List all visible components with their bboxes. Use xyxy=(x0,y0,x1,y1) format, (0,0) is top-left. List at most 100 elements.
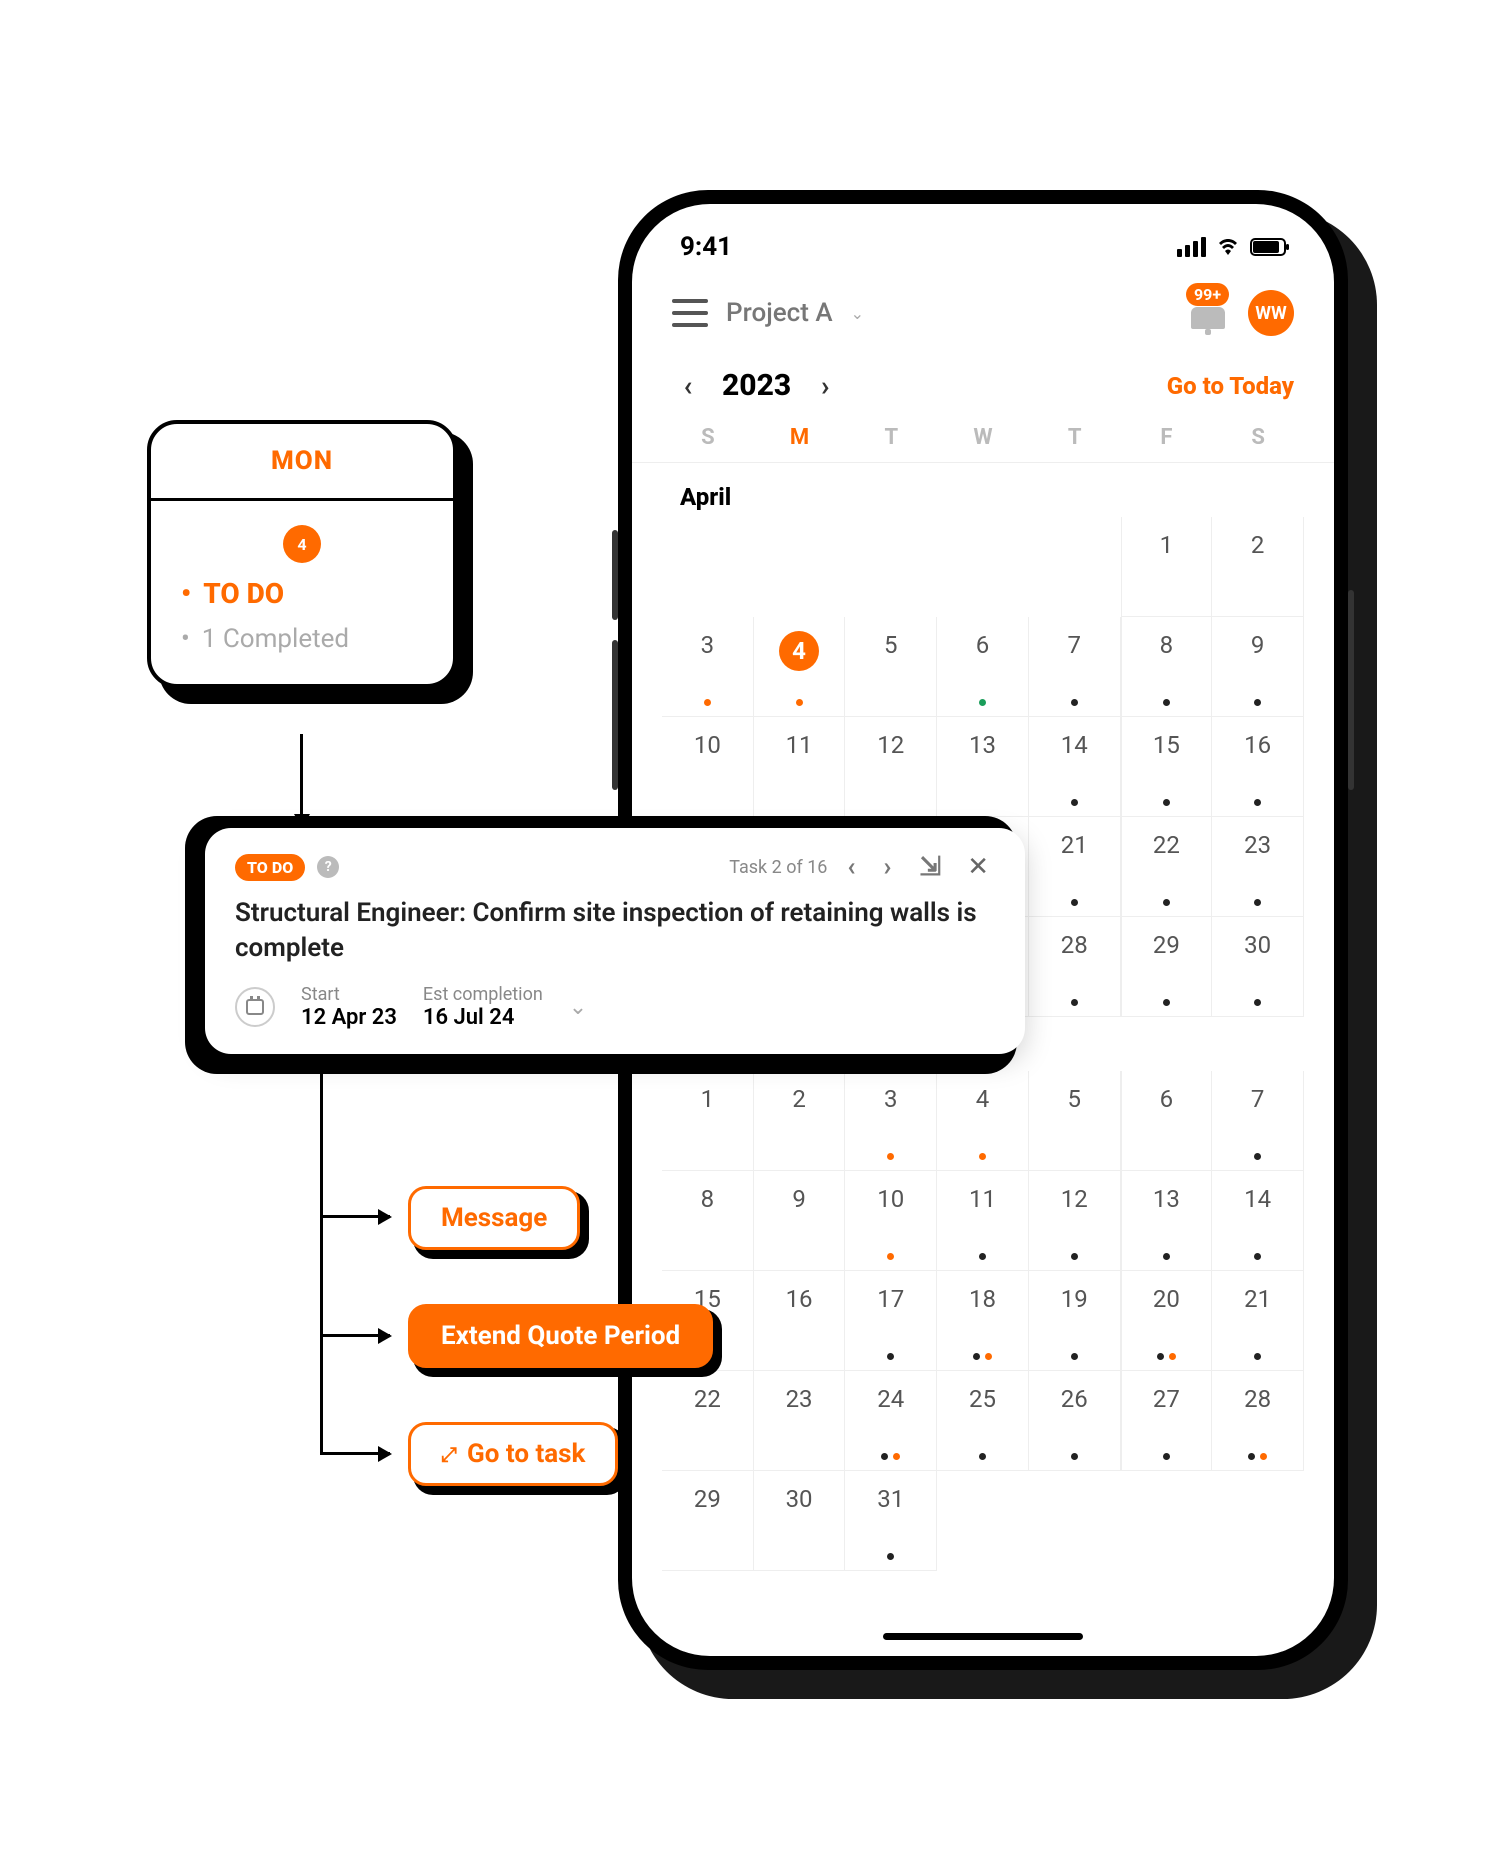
calendar-day[interactable]: 30 xyxy=(1212,917,1304,1017)
calendar-day[interactable]: 14 xyxy=(1212,1171,1304,1271)
calendar-day[interactable]: 5 xyxy=(1029,1071,1121,1171)
event-dot xyxy=(1071,699,1078,706)
calendar-day[interactable]: 13 xyxy=(937,717,1029,817)
calendar-day[interactable]: 7 xyxy=(1212,1071,1304,1171)
event-dot xyxy=(881,1453,888,1460)
task-prev-button[interactable]: ‹ xyxy=(839,852,863,882)
event-dot xyxy=(1071,899,1078,906)
calendar-day[interactable]: 31 xyxy=(845,1471,937,1571)
calendar-day[interactable]: 3 xyxy=(845,1071,937,1171)
event-dot xyxy=(704,699,711,706)
event-dot xyxy=(1163,699,1170,706)
calendar-day[interactable]: 18 xyxy=(937,1271,1029,1371)
calendar-day[interactable]: 20 xyxy=(1121,1271,1213,1371)
calendar-day[interactable]: 23 xyxy=(1212,817,1304,917)
avatar[interactable]: WW xyxy=(1248,290,1294,336)
task-title: Structural Engineer: Confirm site inspec… xyxy=(235,896,995,966)
calendar-day[interactable]: 19 xyxy=(1029,1271,1121,1371)
calendar-day[interactable]: 1 xyxy=(662,1071,754,1171)
calendar-day[interactable]: 27 xyxy=(1121,1371,1213,1471)
calendar-day[interactable]: 24 xyxy=(845,1371,937,1471)
calendar-day[interactable]: 9 xyxy=(1212,617,1304,717)
status-time: 9:41 xyxy=(680,232,732,262)
calendar-day[interactable]: 8 xyxy=(662,1171,754,1271)
calendar-day[interactable]: 4 xyxy=(937,1071,1029,1171)
event-dot xyxy=(979,1153,986,1160)
calendar-day[interactable]: 16 xyxy=(1212,717,1304,817)
year-label: 2023 xyxy=(722,368,791,403)
event-dot xyxy=(1071,999,1078,1006)
calendar-day[interactable]: 3 xyxy=(662,617,754,717)
notifications-button[interactable]: 99+ xyxy=(1186,291,1230,335)
calendar-day[interactable]: 15 xyxy=(1121,717,1213,817)
calendar-day[interactable]: 16 xyxy=(754,1271,846,1371)
expand-icon: ⤢ xyxy=(441,1442,457,1466)
calendar-day[interactable]: 17 xyxy=(845,1271,937,1371)
year-next-button[interactable]: › xyxy=(809,370,841,402)
calendar-day[interactable]: 25 xyxy=(937,1371,1029,1471)
event-dot xyxy=(796,699,803,706)
calendar-day[interactable]: 5 xyxy=(845,617,937,717)
calendar-day[interactable]: 13 xyxy=(1121,1171,1213,1271)
weekday-label: S xyxy=(662,425,754,450)
wifi-icon xyxy=(1216,235,1240,259)
connector-line xyxy=(320,1064,323,1454)
event-dot xyxy=(1260,1453,1267,1460)
event-dot xyxy=(1071,1253,1078,1260)
chevron-down-icon[interactable]: ⌄ xyxy=(569,995,587,1020)
calendar-day[interactable]: 8 xyxy=(1121,617,1213,717)
task-next-button[interactable]: › xyxy=(876,852,900,882)
collapse-icon[interactable]: ⇲ xyxy=(911,852,949,882)
calendar-day[interactable]: 10 xyxy=(845,1171,937,1271)
calendar-day[interactable]: 9 xyxy=(754,1171,846,1271)
event-dot xyxy=(979,1253,986,1260)
event-dot xyxy=(893,1453,900,1460)
calendar-day[interactable]: 12 xyxy=(845,717,937,817)
calendar-day[interactable]: 29 xyxy=(1121,917,1213,1017)
calendar-day[interactable]: 6 xyxy=(937,617,1029,717)
help-icon[interactable]: ? xyxy=(317,856,339,878)
calendar-day[interactable]: 21 xyxy=(1029,817,1121,917)
calendar-day[interactable]: 7 xyxy=(1029,617,1121,717)
extend-quote-button[interactable]: Extend Quote Period xyxy=(408,1304,713,1368)
calendar-day[interactable]: 22 xyxy=(662,1371,754,1471)
calendar-day[interactable]: 22 xyxy=(1121,817,1213,917)
calendar-day[interactable]: 28 xyxy=(1029,917,1121,1017)
calendar-day[interactable]: 23 xyxy=(754,1371,846,1471)
chevron-down-icon[interactable]: ⌄ xyxy=(851,304,864,323)
menu-icon[interactable] xyxy=(672,299,708,327)
calendar-day[interactable]: 30 xyxy=(754,1471,846,1571)
home-indicator[interactable] xyxy=(883,1633,1083,1640)
battery-icon xyxy=(1250,238,1286,256)
project-selector[interactable]: Project A xyxy=(726,298,833,328)
start-date-value: 12 Apr 23 xyxy=(301,1005,397,1030)
calendar-day[interactable]: 10 xyxy=(662,717,754,817)
calendar-day[interactable]: 28 xyxy=(1212,1371,1304,1471)
calendar-day[interactable]: 29 xyxy=(662,1471,754,1571)
message-button[interactable]: Message xyxy=(408,1186,580,1250)
calendar-day[interactable]: 11 xyxy=(754,717,846,817)
task-status-pill: TO DO xyxy=(235,854,305,881)
calendar-day[interactable]: 21 xyxy=(1212,1271,1304,1371)
year-prev-button[interactable]: ‹ xyxy=(672,370,704,402)
event-dot xyxy=(1254,899,1261,906)
calendar-day[interactable]: 12 xyxy=(1029,1171,1121,1271)
goto-task-button[interactable]: ⤢ Go to task xyxy=(408,1422,618,1486)
calendar-day[interactable]: 4 xyxy=(754,617,846,717)
calendar-day[interactable]: 6 xyxy=(1121,1071,1213,1171)
calendar-day[interactable]: 26 xyxy=(1029,1371,1121,1471)
calendar-day[interactable]: 11 xyxy=(937,1171,1029,1271)
event-dot xyxy=(979,699,986,706)
calendar-day[interactable]: 1 xyxy=(1121,517,1213,617)
connector-line xyxy=(300,734,303,826)
goto-today-button[interactable]: Go to Today xyxy=(1167,372,1294,400)
goto-task-button-label: Go to task xyxy=(467,1439,585,1469)
event-dot xyxy=(887,1553,894,1560)
close-icon[interactable]: ✕ xyxy=(961,852,995,882)
event-dot xyxy=(1163,899,1170,906)
calendar-day[interactable]: 2 xyxy=(1212,517,1304,617)
message-button-label: Message xyxy=(441,1203,547,1233)
calendar-day[interactable]: 2 xyxy=(754,1071,846,1171)
connector-line xyxy=(320,1334,390,1337)
calendar-day[interactable]: 14 xyxy=(1029,717,1121,817)
